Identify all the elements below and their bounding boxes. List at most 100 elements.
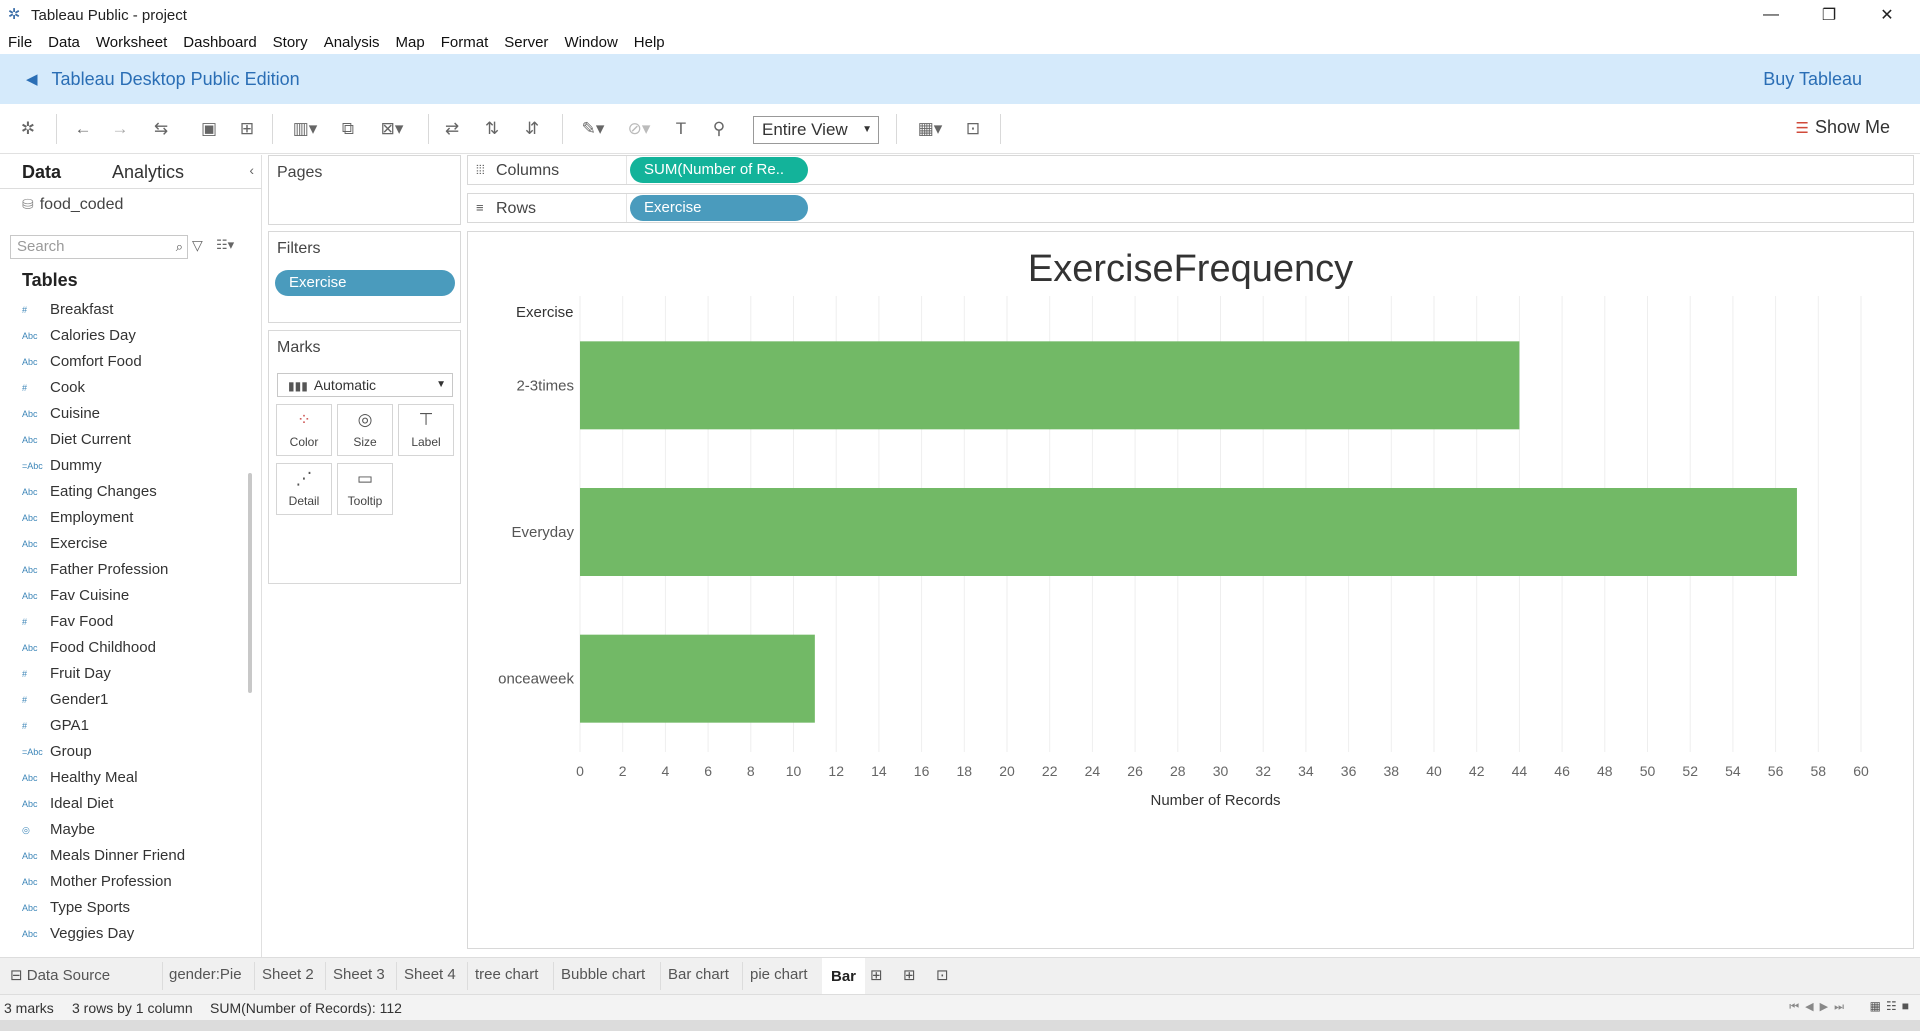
tooltip-button[interactable]: ▭ Tooltip xyxy=(337,463,393,515)
data-source-tab[interactable]: ⊟ Data Source xyxy=(10,966,110,984)
menu-worksheet[interactable]: Worksheet xyxy=(96,34,167,51)
buy-tableau-link[interactable]: Buy Tableau xyxy=(1763,69,1862,90)
show-cards-icon[interactable]: ▦▾ xyxy=(910,118,950,140)
datasource-item[interactable]: ⛁ food_coded xyxy=(22,196,123,214)
new-worksheet-icon[interactable]: ⊞ xyxy=(870,966,883,984)
filters-shelf[interactable]: Filters Exercise xyxy=(268,231,461,323)
field-item[interactable]: Abc Exercise xyxy=(0,532,248,556)
group-members-icon[interactable]: ⊘▾ xyxy=(622,118,656,140)
field-item[interactable]: =Abc Group xyxy=(0,740,248,764)
menu-data[interactable]: Data xyxy=(48,34,80,51)
replay-icon[interactable]: ⇆ xyxy=(146,118,176,140)
redo-icon[interactable]: → xyxy=(109,118,131,140)
mark-type-dropdown[interactable]: ▮▮▮ Automatic ▼ xyxy=(277,373,453,397)
field-item[interactable]: Abc Mother Profession xyxy=(0,870,248,894)
menu-window[interactable]: Window xyxy=(564,34,617,51)
field-item[interactable]: Abc Employment xyxy=(0,506,248,530)
field-item[interactable]: # Fruit Day xyxy=(0,662,248,686)
size-button[interactable]: ◎ Size xyxy=(337,404,393,456)
swap-rows-columns-icon[interactable]: ⇄ xyxy=(440,118,464,140)
field-item[interactable]: Abc Healthy Meal xyxy=(0,766,248,790)
sheet-tab[interactable]: pie chart xyxy=(750,966,808,983)
menu-analysis[interactable]: Analysis xyxy=(324,34,380,51)
menu-map[interactable]: Map xyxy=(396,34,425,51)
sheet-tab[interactable]: Sheet 3 xyxy=(333,966,385,983)
field-item[interactable]: Abc Eating Changes xyxy=(0,480,248,504)
field-search-input[interactable]: Search ⌕ xyxy=(10,235,188,259)
field-item[interactable]: Abc Fav Cuisine xyxy=(0,584,248,608)
field-item[interactable]: Abc Cuisine xyxy=(0,402,248,426)
field-item[interactable]: Abc Type Sports xyxy=(0,896,248,920)
new-dashboard-icon[interactable]: ⊞ xyxy=(903,966,916,984)
show-me-button[interactable]: ☰ Show Me xyxy=(1796,117,1891,138)
x-tick-label: 60 xyxy=(1853,763,1869,779)
field-item[interactable]: Abc Father Profession xyxy=(0,558,248,582)
collapse-pane-icon[interactable]: ‹ xyxy=(249,162,254,178)
field-item[interactable]: Abc Comfort Food xyxy=(0,350,248,374)
field-item[interactable]: Abc Meals Dinner Friend xyxy=(0,844,248,868)
field-item[interactable]: # Cook xyxy=(0,376,248,400)
sheet-navigation-arrows[interactable]: ⏮◀▶⏭ xyxy=(1789,1000,1850,1014)
field-item[interactable]: =Abc Dummy xyxy=(0,454,248,478)
field-item[interactable]: Abc Calories Day xyxy=(0,324,248,348)
undo-icon[interactable]: ← xyxy=(72,118,94,140)
sheet-tab[interactable]: Bubble chart xyxy=(561,966,645,983)
new-datasource-icon[interactable]: ⊞ xyxy=(236,118,258,140)
columns-pill[interactable]: SUM(Number of Re.. xyxy=(630,157,808,183)
sheet-tab[interactable]: tree chart xyxy=(475,966,538,983)
menu-server[interactable]: Server xyxy=(504,34,548,51)
new-worksheet-icon[interactable]: ▥▾ xyxy=(288,118,322,140)
detail-button[interactable]: ⋰ Detail xyxy=(276,463,332,515)
close-button[interactable]: ✕ xyxy=(1858,0,1916,30)
tab-data[interactable]: Data xyxy=(22,162,61,183)
sheet-tab-active[interactable]: Bar xyxy=(822,958,866,995)
rows-shelf[interactable]: ≡ Rows Exercise xyxy=(467,193,1914,223)
field-item[interactable]: # Breakfast xyxy=(0,298,248,322)
presentation-mode-icon[interactable]: ⊡ xyxy=(962,118,984,140)
sort-descending-icon[interactable]: ⇵ xyxy=(520,118,544,140)
field-item[interactable]: # GPA1 xyxy=(0,714,248,738)
highlight-icon[interactable]: ✎▾ xyxy=(576,118,610,140)
sheet-tab[interactable]: Sheet 4 xyxy=(404,966,456,983)
filter-fields-icon[interactable]: ▽ xyxy=(192,237,203,254)
sheet-view-toggle-icons[interactable]: ▦☷■ xyxy=(1870,999,1914,1013)
x-tick-label: 16 xyxy=(914,763,930,779)
field-item[interactable]: Abc Veggies Day xyxy=(0,922,248,946)
field-type-icon: Abc xyxy=(22,799,38,809)
menu-dashboard[interactable]: Dashboard xyxy=(183,34,256,51)
fix-axes-icon[interactable]: ⚲ xyxy=(708,118,730,140)
filter-pill-exercise[interactable]: Exercise xyxy=(275,270,455,296)
field-item[interactable]: Abc Diet Current xyxy=(0,428,248,452)
show-labels-icon[interactable]: T xyxy=(670,118,692,140)
menu-format[interactable]: Format xyxy=(441,34,489,51)
field-item[interactable]: # Gender1 xyxy=(0,688,248,712)
duplicate-sheet-icon[interactable]: ⧉ xyxy=(336,118,360,140)
new-story-icon[interactable]: ⊡ xyxy=(936,966,949,984)
sheet-tab[interactable]: Bar chart xyxy=(668,966,729,983)
minimize-button[interactable]: — xyxy=(1742,0,1800,30)
menu-help[interactable]: Help xyxy=(634,34,665,51)
sheet-tab[interactable]: Sheet 2 xyxy=(262,966,314,983)
save-icon[interactable]: ▣ xyxy=(198,118,220,140)
sort-ascending-icon[interactable]: ⇅ xyxy=(480,118,504,140)
clear-sheet-icon[interactable]: ⊠▾ xyxy=(374,118,410,140)
tableau-home-icon[interactable]: ✲ xyxy=(18,118,38,140)
field-item[interactable]: # Fav Food xyxy=(0,610,248,634)
field-item[interactable]: Abc Ideal Diet xyxy=(0,792,248,816)
toolbar-divider xyxy=(562,114,563,144)
field-item[interactable]: ◎ Maybe xyxy=(0,818,248,842)
view-options-icon[interactable]: ☷▾ xyxy=(216,237,234,253)
menu-story[interactable]: Story xyxy=(273,34,308,51)
sheet-tab[interactable]: gender:Pie xyxy=(169,966,242,983)
columns-shelf[interactable]: ⦙⦙⦙ Columns SUM(Number of Re.. xyxy=(467,155,1914,185)
menu-file[interactable]: File xyxy=(8,34,32,51)
rows-pill[interactable]: Exercise xyxy=(630,195,808,221)
field-list-scrollbar[interactable] xyxy=(248,473,252,693)
color-button[interactable]: ⁘ Color xyxy=(276,404,332,456)
field-item[interactable]: Abc Food Childhood xyxy=(0,636,248,660)
label-button[interactable]: ⊤ Label xyxy=(398,404,454,456)
fit-dropdown[interactable]: Entire View ▼ xyxy=(753,116,879,144)
restore-button[interactable]: ❐ xyxy=(1800,0,1858,30)
tab-analytics[interactable]: Analytics xyxy=(112,162,184,183)
pages-shelf[interactable]: Pages xyxy=(268,155,461,225)
